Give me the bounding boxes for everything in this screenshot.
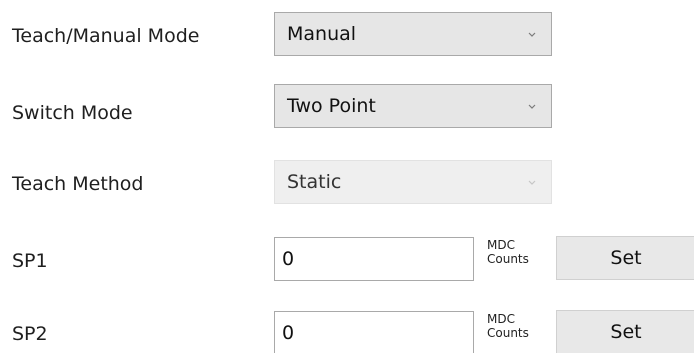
sp1-unit: MDC Counts: [487, 238, 529, 266]
sp2-unit-line2: Counts: [487, 326, 529, 340]
sp2-unit-line1: MDC: [487, 312, 515, 326]
sp1-label: SP1: [12, 250, 48, 272]
teach-method-label: Teach Method: [12, 173, 144, 195]
chevron-down-icon: [528, 104, 536, 109]
chevron-down-icon: [528, 180, 536, 185]
teach-manual-mode-label: Teach/Manual Mode: [12, 25, 200, 47]
switch-mode-value: Two Point: [287, 95, 376, 117]
teach-manual-mode-value: Manual: [287, 23, 357, 45]
sp1-input[interactable]: [274, 237, 474, 281]
sp1-unit-line2: Counts: [487, 252, 529, 266]
teach-manual-mode-dropdown[interactable]: Manual: [274, 12, 552, 56]
teach-method-value: Static: [287, 171, 342, 193]
switch-settings-panel: Teach/Manual Mode Manual Switch Mode Two…: [0, 0, 694, 353]
sp2-set-button[interactable]: Set: [556, 310, 694, 353]
chevron-down-icon: [528, 32, 536, 37]
sp1-unit-line1: MDC: [487, 238, 515, 252]
sp2-label: SP2: [12, 323, 48, 345]
switch-mode-label: Switch Mode: [12, 102, 133, 124]
sp1-set-button[interactable]: Set: [556, 236, 694, 280]
sp2-unit: MDC Counts: [487, 312, 529, 340]
switch-mode-dropdown[interactable]: Two Point: [274, 84, 552, 128]
sp2-input[interactable]: [274, 311, 474, 353]
teach-method-dropdown[interactable]: Static: [274, 160, 552, 204]
